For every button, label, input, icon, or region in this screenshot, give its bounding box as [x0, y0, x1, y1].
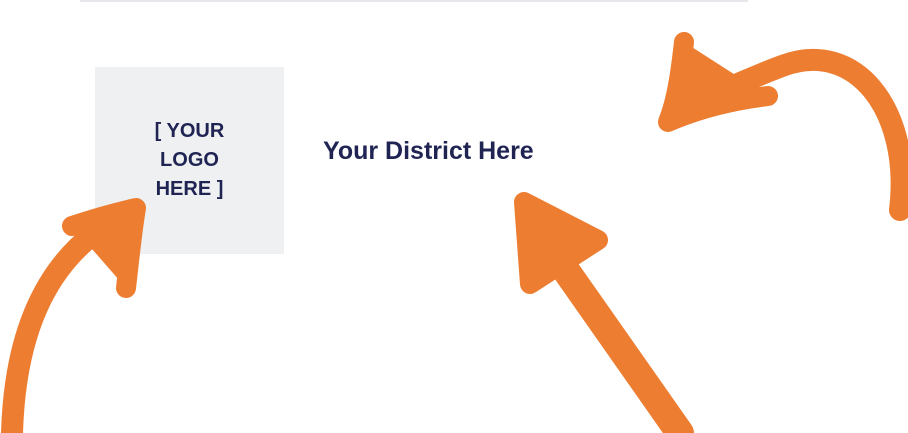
logo-line-1: [ YOUR — [154, 120, 225, 142]
logo-line-3: HERE ] — [155, 178, 224, 200]
logo-line-2: LOGO — [160, 149, 219, 171]
logo-placeholder-text: [ YOUR LOGO HERE ] — [135, 117, 245, 204]
district-title: Your District Here — [323, 137, 534, 165]
page: [ YOUR LOGO HERE ] Your District Here — [0, 0, 908, 433]
center-straight-arrow-icon — [514, 192, 694, 433]
logo-placeholder: [ YOUR LOGO HERE ] — [95, 67, 284, 254]
top-divider — [80, 0, 748, 2]
top-right-curved-arrow-icon — [658, 32, 908, 221]
